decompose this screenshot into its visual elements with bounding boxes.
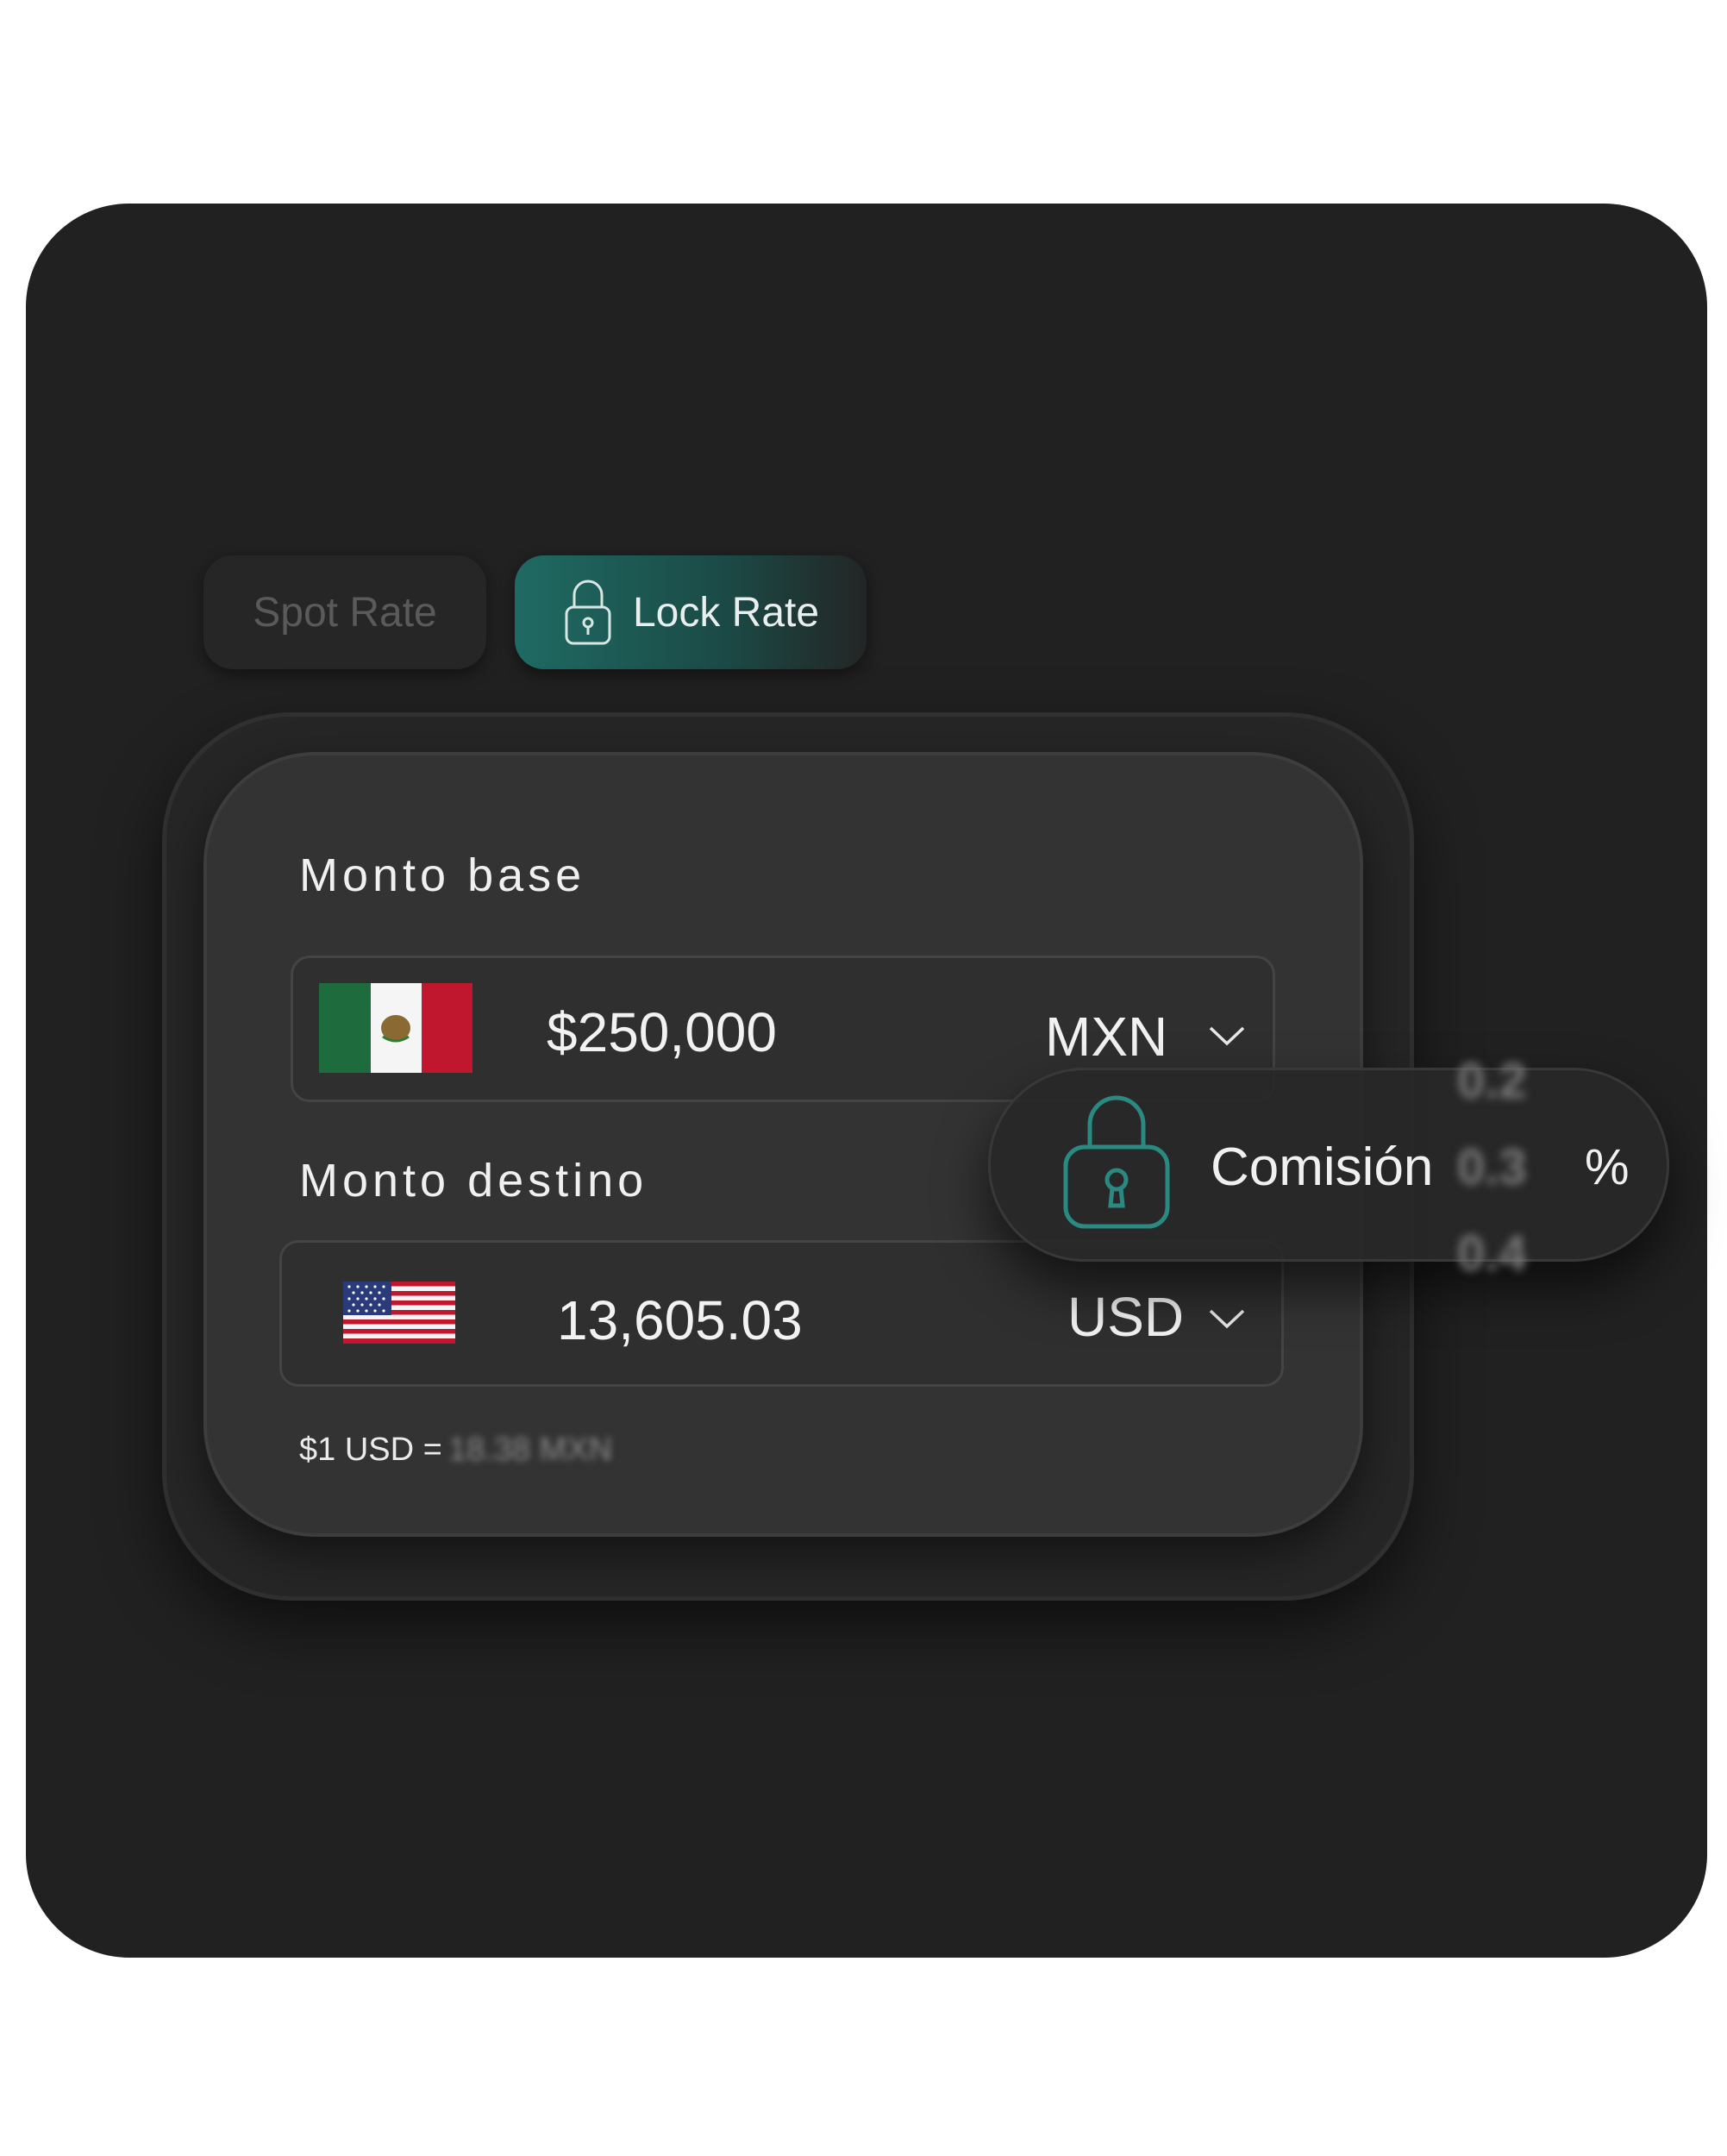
commission-label: Comisión — [1211, 1138, 1434, 1197]
base-currency-select[interactable]: MXN — [1045, 1005, 1167, 1069]
destination-amount-value[interactable]: 13,605.03 — [557, 1288, 803, 1352]
tab-lock-rate[interactable]: Lock Rate — [515, 555, 867, 669]
tab-spot-rate[interactable]: Spot Rate — [203, 555, 486, 669]
mexico-flag-icon — [319, 983, 472, 1073]
exchange-rate-value: 18.38 MXN — [448, 1432, 613, 1468]
chevron-down-icon[interactable] — [1207, 1023, 1247, 1049]
commission-option[interactable]: 0.2 — [1457, 1052, 1527, 1110]
commission-option[interactable]: 0.3 — [1457, 1138, 1527, 1196]
tab-spot-rate-label: Spot Rate — [253, 589, 437, 636]
commission-option[interactable]: 0.4 — [1457, 1225, 1527, 1282]
base-amount-label: Monto base — [299, 849, 586, 901]
commission-percent-unit: % — [1585, 1139, 1630, 1195]
base-amount-value[interactable]: $250,000 — [547, 1000, 777, 1064]
chevron-down-icon[interactable] — [1207, 1306, 1247, 1332]
destination-currency-select[interactable]: USD — [1067, 1285, 1184, 1349]
exchange-rate-prefix: $1 USD = — [299, 1432, 442, 1468]
lock-icon — [1063, 1095, 1170, 1229]
destination-amount-label: Monto destino — [299, 1155, 648, 1206]
tab-lock-rate-label: Lock Rate — [632, 589, 820, 636]
lock-icon — [565, 580, 611, 645]
usa-flag-icon — [343, 1282, 455, 1344]
